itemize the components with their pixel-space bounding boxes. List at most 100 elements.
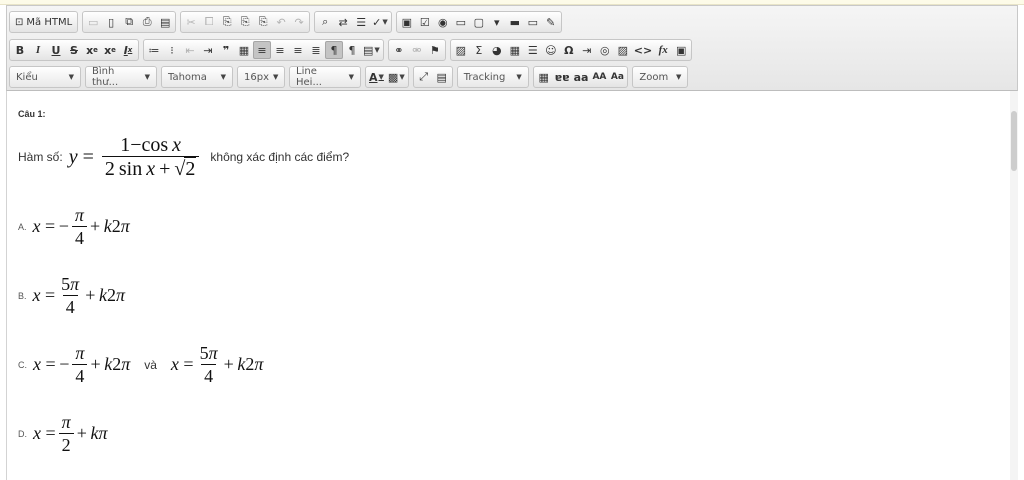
uppercase-button[interactable]: AA xyxy=(590,68,608,86)
colors-group: A ▼ ▩ ▼ xyxy=(365,66,409,88)
align-center-icon[interactable]: ≡ xyxy=(271,41,289,59)
preview-icon[interactable]: ⧉ xyxy=(120,13,138,31)
outdent-icon[interactable]: ⇤ xyxy=(181,41,199,59)
option-d[interactable]: D. x = π 2 + kπ xyxy=(18,411,107,456)
option-c-formula-1: x = − π 4 + k2π xyxy=(33,343,131,386)
numbered-list-icon[interactable]: ≔ xyxy=(145,41,163,59)
case-group: ▦ ɐɐ aa AA Aa xyxy=(532,66,629,88)
smiley-icon[interactable]: ☺ xyxy=(542,41,560,59)
subscript-icon[interactable]: xe xyxy=(83,41,101,59)
cut-icon[interactable]: ✂ xyxy=(182,13,200,31)
option-c-label: C. xyxy=(18,359,27,370)
checkbox-icon[interactable]: ☑ xyxy=(416,13,434,31)
format-combo[interactable]: Bình thư... ▼ xyxy=(85,66,157,88)
indent-icon[interactable]: ⇥ xyxy=(199,41,217,59)
remove-format-icon[interactable]: Ix xyxy=(119,41,137,59)
horizontal-line-icon[interactable]: ☰ xyxy=(524,41,542,59)
code-snippet-icon[interactable]: <> xyxy=(632,41,654,59)
print-icon[interactable]: ⎙ xyxy=(138,13,156,31)
bg-color-icon[interactable]: ▩ ▼ xyxy=(386,68,407,86)
show-blocks-icon[interactable]: ▤ xyxy=(433,68,451,86)
paste-word-icon[interactable]: ⎘ xyxy=(254,13,272,31)
option-d-formula: x = π 2 + kπ xyxy=(33,412,108,455)
replace-icon[interactable]: ⇄ xyxy=(334,13,352,31)
toolbar-row-1: ⊡ Mã HTML ▭ ▯ ⧉ ⎙ ▤ ✂ ⧠ ⎘ ⎘ ⎘ ↶ ↷ ⌕ ⇄ ☰ … xyxy=(9,10,562,34)
ltr-icon[interactable]: ¶ xyxy=(325,41,343,59)
style-combo[interactable]: Kiểu ▼ xyxy=(9,66,81,88)
image-icon[interactable]: ▨ xyxy=(452,41,470,59)
hidden-field-icon[interactable]: ✎ xyxy=(542,13,560,31)
button-field-icon[interactable]: ▬ xyxy=(506,13,524,31)
redo-icon[interactable]: ↷ xyxy=(290,13,308,31)
option-c[interactable]: C. x = − π 4 + k2π và x = 5π 4 + k2π xyxy=(18,342,263,387)
undo-icon[interactable]: ↶ xyxy=(272,13,290,31)
format-combo-value: Bình thư... xyxy=(92,66,119,88)
div-container-icon[interactable]: ▦ xyxy=(235,41,253,59)
iframe-icon[interactable]: ◎ xyxy=(596,41,614,59)
titlecase-button[interactable]: Aa xyxy=(608,68,626,86)
new-page-icon[interactable]: ▯ xyxy=(102,13,120,31)
superscript-icon[interactable]: xe xyxy=(101,41,119,59)
paste-icon[interactable]: ⎘ xyxy=(218,13,236,31)
align-right-icon[interactable]: ≡ xyxy=(289,41,307,59)
font-size-combo[interactable]: 16px ▼ xyxy=(237,66,285,88)
toolbar-row-2: B I U S xe xe Ix ≔ ⁝ ⇤ ⇥ ❞ ▦ ≡ ≡ ≡ ≣ ¶ ¶… xyxy=(9,38,693,62)
lowercase-button[interactable]: aa xyxy=(572,68,591,86)
align-justify-icon[interactable]: ≣ xyxy=(307,41,325,59)
case-toggle-button[interactable]: ɐɐ xyxy=(553,68,572,86)
scrollbar-thumb[interactable] xyxy=(1011,111,1017,171)
text-color-icon[interactable]: A ▼ xyxy=(367,68,386,86)
image-button-icon[interactable]: ▭ xyxy=(524,13,542,31)
find-icon[interactable]: ⌕ xyxy=(316,13,334,31)
spellcheck-icon[interactable]: ✓ ▼ xyxy=(370,13,390,31)
maximize-icon[interactable]: ⤢ xyxy=(415,68,433,86)
flash-icon[interactable]: ◕ xyxy=(488,41,506,59)
blockquote-icon[interactable]: ❞ xyxy=(217,41,235,59)
formula-fx-icon[interactable]: fx xyxy=(654,41,672,59)
sigma-icon[interactable]: Σ xyxy=(470,41,488,59)
paste-text-icon[interactable]: ⎘ xyxy=(236,13,254,31)
strikethrough-icon[interactable]: S xyxy=(65,41,83,59)
rtl-icon[interactable]: ¶ xyxy=(343,41,361,59)
templates-icon[interactable]: ▤ xyxy=(156,13,174,31)
option-a-formula: x = − π 4 + k2π xyxy=(32,205,130,248)
bold-icon[interactable]: B xyxy=(11,41,29,59)
page-break-icon[interactable]: ⇥ xyxy=(578,41,596,59)
source-group: ⊡ Mã HTML xyxy=(9,11,79,33)
option-a[interactable]: A. x = − π 4 + k2π xyxy=(18,204,130,249)
line-height-combo-value: Line Hei... xyxy=(296,66,322,88)
font-combo[interactable]: Tahoma ▼ xyxy=(161,66,233,88)
intro-prefix: Hàm số: xyxy=(18,150,63,164)
select-all-icon[interactable]: ☰ xyxy=(352,13,370,31)
question-intro: Hàm số: y = 1−cos x2 sin x + √ 2 không xá… xyxy=(18,134,349,180)
form-icon[interactable]: ▣ xyxy=(398,13,416,31)
special-char-icon[interactable]: Ω xyxy=(560,41,578,59)
tracking-combo[interactable]: Tracking ▼ xyxy=(456,66,529,88)
underline-icon[interactable]: U xyxy=(47,41,65,59)
textfield-icon[interactable]: ▭ xyxy=(452,13,470,31)
option-a-label: A. xyxy=(18,221,27,232)
editor-content-area[interactable]: Câu 1: Hàm số: y = 1−cos x2 sin x + √ 2 k… xyxy=(6,91,1018,480)
zoom-combo[interactable]: Zoom ▼ xyxy=(632,66,689,88)
vertical-scrollbar[interactable] xyxy=(1010,91,1018,480)
radio-icon[interactable]: ◉ xyxy=(434,13,452,31)
source-html-button[interactable]: ⊡ Mã HTML xyxy=(11,13,76,31)
copy-icon[interactable]: ⧠ xyxy=(200,13,218,31)
image-gallery-icon[interactable]: ▨ xyxy=(614,41,632,59)
align-left-icon[interactable]: ≡ xyxy=(253,41,271,59)
select-field-icon[interactable]: ▾ xyxy=(488,13,506,31)
table-icon[interactable]: ▦ xyxy=(506,41,524,59)
youtube-icon[interactable]: ▣ xyxy=(672,41,690,59)
bulleted-list-icon[interactable]: ⁝ xyxy=(163,41,181,59)
textarea-icon[interactable]: ▢ xyxy=(470,13,488,31)
unlink-icon[interactable]: ⚮ xyxy=(408,41,426,59)
line-height-combo[interactable]: Line Hei... ▼ xyxy=(289,66,361,88)
link-icon[interactable]: ⚭ xyxy=(390,41,408,59)
option-c-connector: và xyxy=(144,357,157,372)
option-b[interactable]: B. x = 5π 4 + k2π xyxy=(18,273,125,318)
language-icon[interactable]: ▤ ▼ xyxy=(361,41,382,59)
italic-icon[interactable]: I xyxy=(29,41,47,59)
qr-code-icon[interactable]: ▦ xyxy=(535,68,553,86)
save-icon[interactable]: ▭ xyxy=(84,13,102,31)
anchor-flag-icon[interactable]: ⚑ xyxy=(426,41,444,59)
